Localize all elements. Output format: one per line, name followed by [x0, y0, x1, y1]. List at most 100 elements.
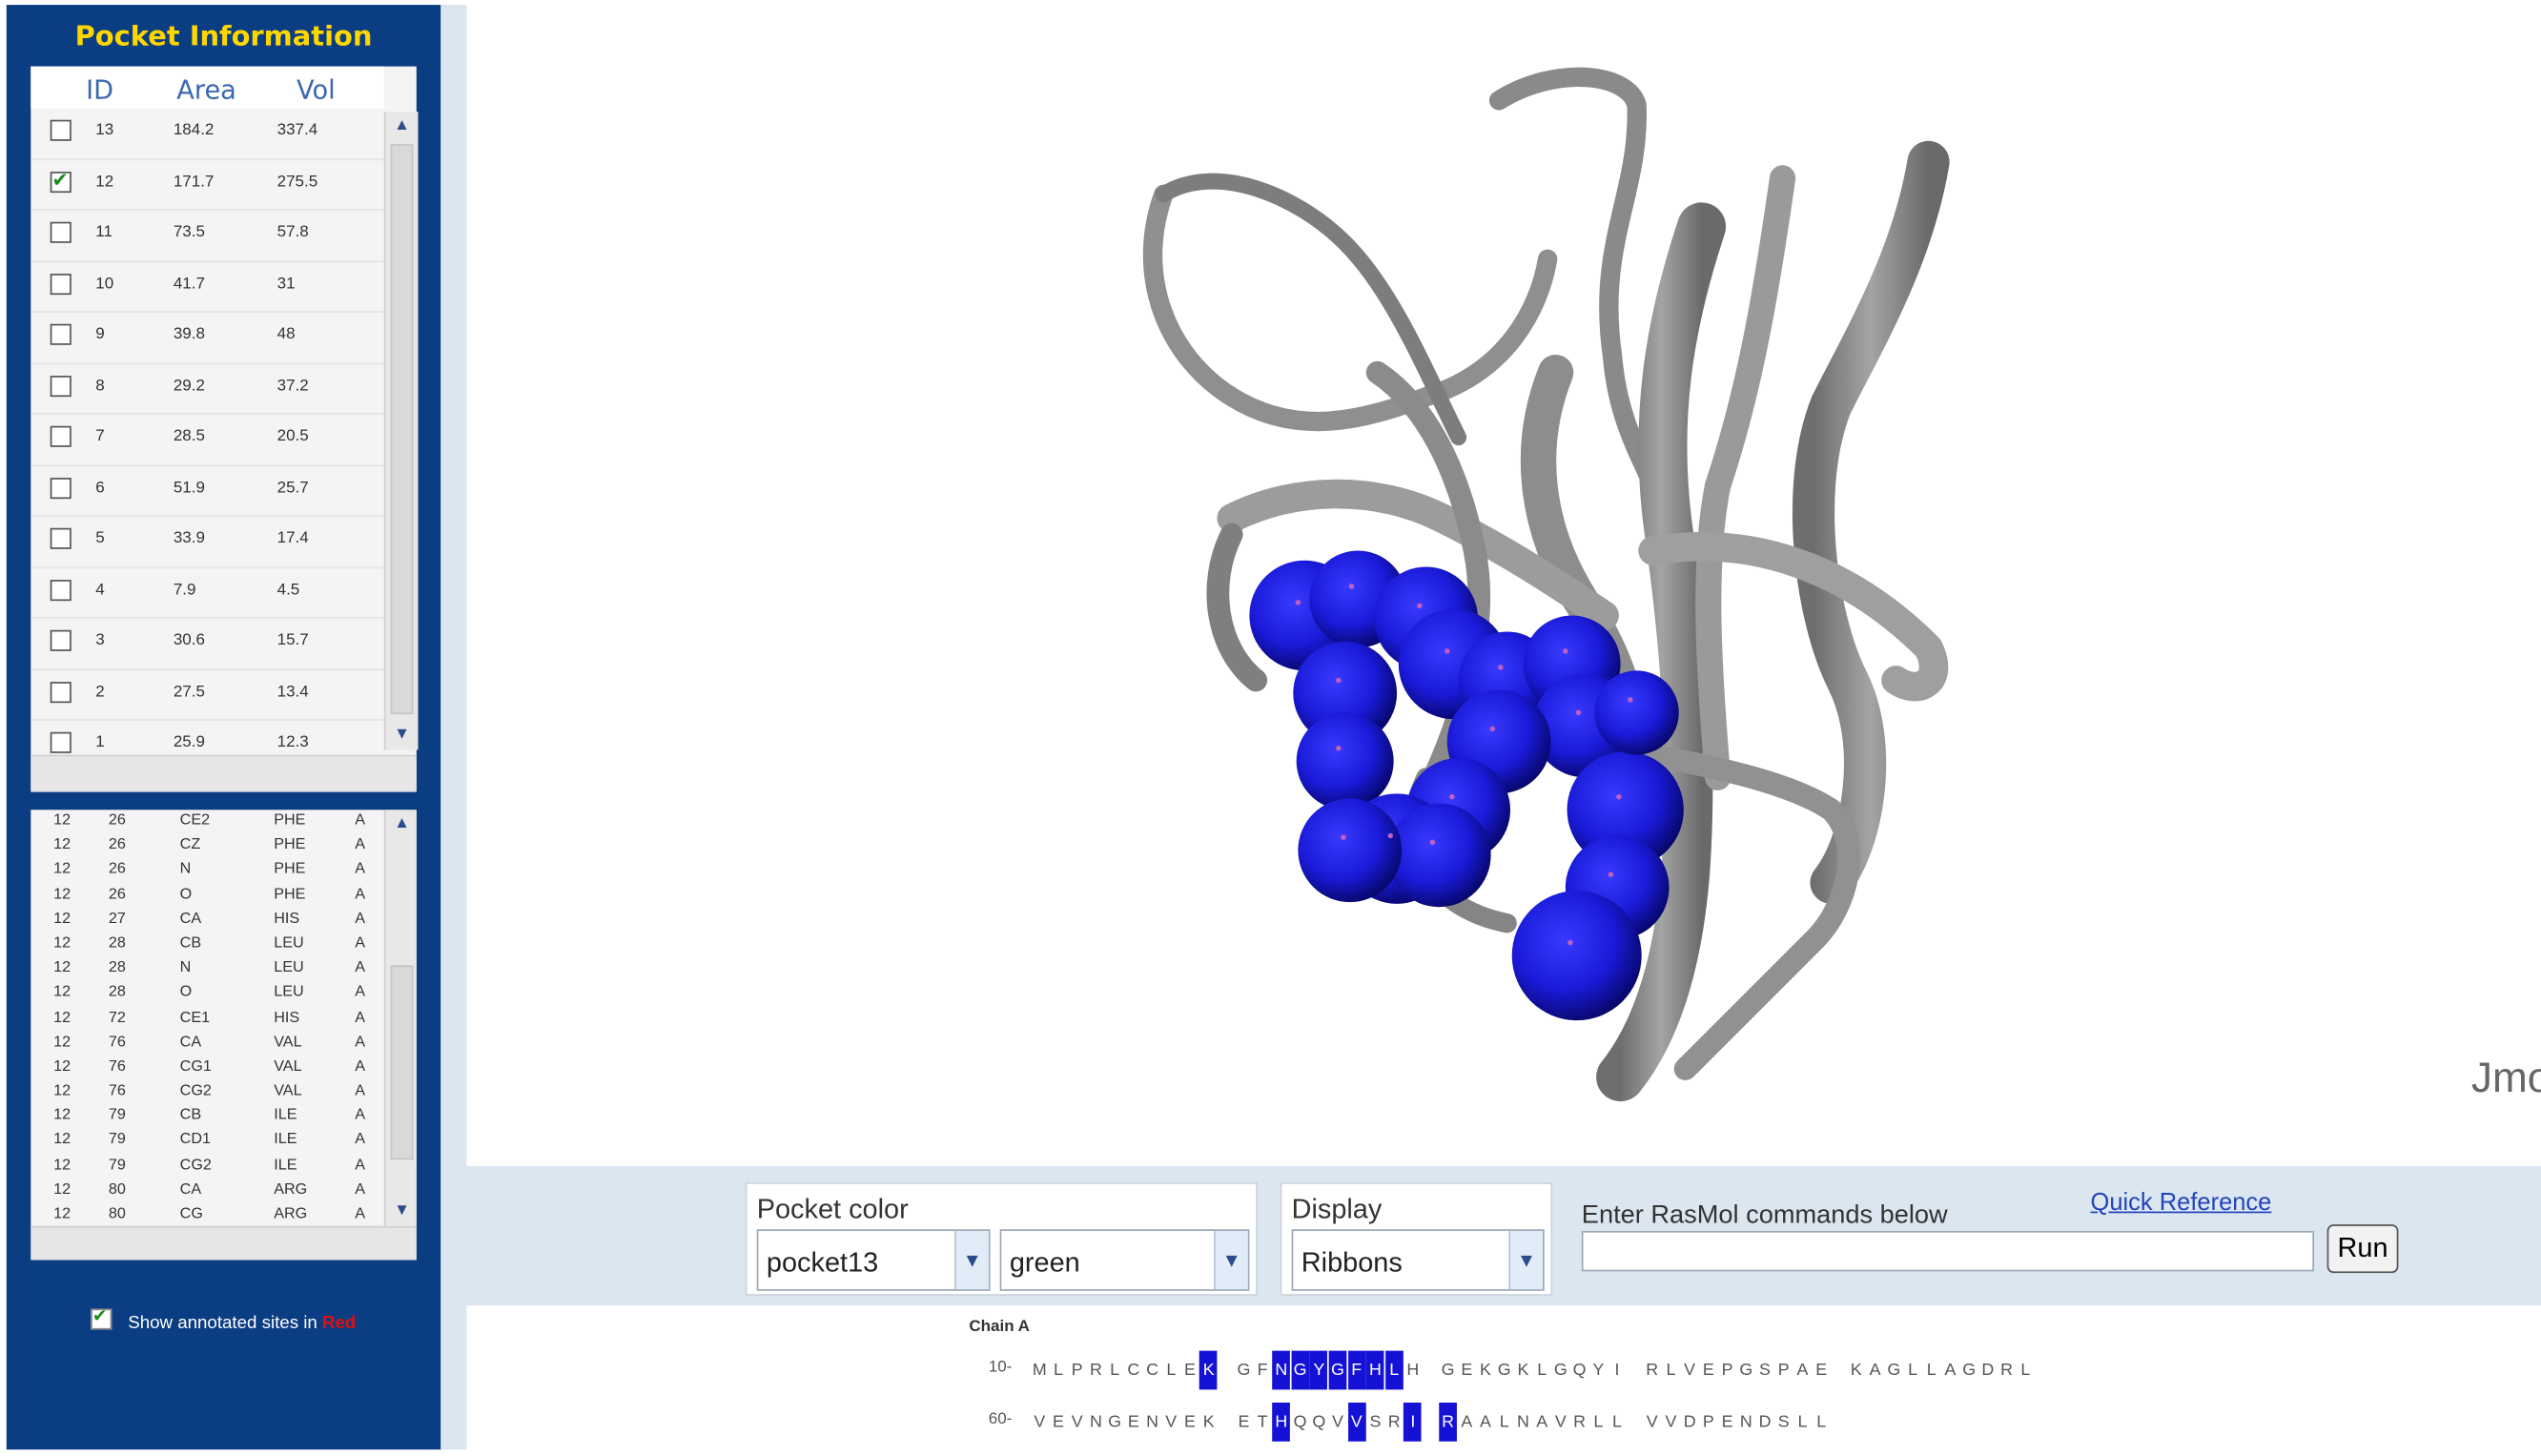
pocket-checkbox[interactable]: [50, 477, 72, 499]
scroll-thumb[interactable]: [390, 144, 414, 715]
sequence-residue[interactable]: Q: [1310, 1403, 1328, 1442]
chevron-down-icon[interactable]: ▼: [1214, 1230, 1248, 1290]
scroll-up-icon[interactable]: ▲: [386, 810, 417, 839]
sequence-residue[interactable]: R: [1998, 1351, 2016, 1390]
sequence-residue[interactable]: A: [1477, 1403, 1495, 1442]
sequence-residue[interactable]: H: [1366, 1350, 1384, 1390]
sequence-residue[interactable]: R: [1385, 1403, 1404, 1442]
pocket-checkbox[interactable]: [50, 731, 72, 753]
display-select[interactable]: Ribbons ▼: [1291, 1229, 1545, 1291]
sequence-residue[interactable]: K: [1199, 1403, 1218, 1442]
sequence-residue[interactable]: E: [1458, 1351, 1476, 1390]
sequence-residue[interactable]: L: [1662, 1351, 1680, 1390]
sequence-residue[interactable]: Y: [1309, 1350, 1328, 1390]
sequence-residue[interactable]: R: [1570, 1403, 1588, 1442]
atom-row[interactable]: 12 26 N PHE A: [31, 859, 384, 884]
atom-row[interactable]: 12 76 CG1 VAL A: [31, 1056, 384, 1080]
atom-row[interactable]: 12 76 CA VAL A: [31, 1031, 384, 1056]
pocket-row[interactable]: 13 184.2 337.4: [31, 109, 384, 160]
pocket-checkbox[interactable]: [50, 119, 72, 141]
sequence-residue[interactable]: M: [1031, 1351, 1049, 1390]
pocket-checkbox[interactable]: [50, 168, 72, 193]
chevron-down-icon[interactable]: ▼: [1508, 1230, 1544, 1290]
sequence-residue[interactable]: E: [1813, 1351, 1831, 1390]
sequence-residue[interactable]: G: [1552, 1351, 1570, 1390]
sequence-residue[interactable]: V: [1662, 1403, 1680, 1442]
sequence-residue[interactable]: V: [1031, 1403, 1049, 1442]
atom-vscroll[interactable]: ▲ ▼: [383, 810, 417, 1226]
pocket-checkbox[interactable]: [50, 629, 72, 651]
sequence-residue[interactable]: V: [1552, 1403, 1570, 1442]
sequence-residue[interactable]: L: [1609, 1403, 1627, 1442]
quick-reference-link[interactable]: Quick Reference: [2090, 1189, 2271, 1217]
sequence-residue[interactable]: D: [1979, 1351, 1998, 1390]
sequence-residue[interactable]: G: [1495, 1351, 1513, 1390]
sequence-residue[interactable]: K: [1848, 1351, 1866, 1390]
atom-row[interactable]: 12 72 CE1 HIS A: [31, 1007, 384, 1032]
sequence-residue[interactable]: Y: [1589, 1351, 1608, 1390]
sequence-residue[interactable]: P: [1068, 1351, 1086, 1390]
pocket-checkbox[interactable]: [50, 375, 72, 397]
sequence-residue[interactable]: R: [1087, 1351, 1105, 1390]
sequence-residue[interactable]: G: [1960, 1351, 1978, 1390]
sequence-residue[interactable]: V: [1162, 1403, 1180, 1442]
sequence-residue[interactable]: N: [1272, 1350, 1291, 1390]
sequence-residue[interactable]: G: [1328, 1350, 1347, 1390]
pocket-row[interactable]: 11 73.5 57.8: [31, 211, 384, 262]
sequence-residue[interactable]: C: [1143, 1351, 1161, 1390]
sequence-residue[interactable]: L: [1589, 1403, 1608, 1442]
sequence-residue[interactable]: V: [1643, 1403, 1661, 1442]
pocket-checkbox[interactable]: [50, 527, 72, 549]
sequence-residue[interactable]: G: [1235, 1351, 1253, 1390]
sequence-residue[interactable]: V: [1347, 1402, 1366, 1442]
sequence-residue[interactable]: S: [1366, 1403, 1384, 1442]
sequence-residue[interactable]: V: [1068, 1403, 1086, 1442]
sequence-residue[interactable]: P: [1718, 1351, 1736, 1390]
sequence-residue[interactable]: D: [1681, 1403, 1699, 1442]
pocket-row[interactable]: 7 28.5 20.5: [31, 415, 384, 466]
sequence-residue[interactable]: N: [1143, 1403, 1161, 1442]
annotation-toggle[interactable]: Show annotated sites in Red: [91, 1305, 356, 1333]
scroll-up-icon[interactable]: ▲: [386, 112, 419, 141]
sequence-residue[interactable]: L: [1384, 1350, 1404, 1390]
sequence-residue[interactable]: I: [1404, 1402, 1423, 1442]
pocket-checkbox[interactable]: [50, 579, 72, 601]
pocket-checkbox[interactable]: [50, 323, 72, 345]
sequence-residue[interactable]: N: [1737, 1403, 1755, 1442]
rasmol-command-input[interactable]: [1581, 1230, 2315, 1272]
sequence-residue[interactable]: H: [1272, 1402, 1291, 1442]
pocket-row[interactable]: 5 33.9 17.4: [31, 517, 384, 568]
atom-row[interactable]: 12 79 CG2 ILE A: [31, 1154, 384, 1179]
pocket-row[interactable]: 6 51.9 25.7: [31, 465, 384, 517]
atom-row[interactable]: 12 27 CA HIS A: [31, 908, 384, 933]
pocket-checkbox[interactable]: [50, 273, 72, 295]
sequence-residue[interactable]: F: [1347, 1350, 1366, 1390]
run-button[interactable]: Run: [2326, 1224, 2399, 1274]
sequence-residue[interactable]: G: [1885, 1351, 1903, 1390]
sequence-residue[interactable]: V: [1681, 1351, 1699, 1390]
pocket-vscroll[interactable]: ▲ ▼: [383, 112, 419, 750]
scroll-down-icon[interactable]: ▼: [386, 1197, 417, 1226]
pocket-row[interactable]: 8 29.2 37.2: [31, 363, 384, 415]
sequence-residue[interactable]: G: [1439, 1351, 1457, 1390]
sequence-residue[interactable]: E: [1125, 1403, 1143, 1442]
sequence-residue[interactable]: S: [1774, 1403, 1793, 1442]
pocket-row[interactable]: 10 41.7 31: [31, 261, 384, 313]
atom-row[interactable]: 12 26 CE2 PHE A: [31, 810, 384, 834]
color-select[interactable]: green ▼: [999, 1229, 1250, 1291]
scroll-down-icon[interactable]: ▼: [386, 721, 419, 750]
chevron-down-icon[interactable]: ▼: [954, 1230, 989, 1290]
pocket-checkbox[interactable]: [50, 221, 72, 243]
sequence-residue[interactable]: Q: [1291, 1403, 1309, 1442]
sequence-residue[interactable]: L: [1533, 1351, 1551, 1390]
sequence-residue[interactable]: L: [1904, 1351, 1922, 1390]
pocket-row[interactable]: 4 7.9 4.5: [31, 567, 384, 619]
annotation-checkbox[interactable]: [91, 1305, 113, 1330]
sequence-residue[interactable]: S: [1756, 1351, 1774, 1390]
sequence-residue[interactable]: F: [1254, 1351, 1272, 1390]
sequence-residue[interactable]: L: [1793, 1403, 1812, 1442]
molecule-canvas[interactable]: [466, 0, 2540, 1166]
atom-row[interactable]: 12 28 CB LEU A: [31, 933, 384, 957]
atom-row[interactable]: 12 76 CG2 VAL A: [31, 1080, 384, 1105]
sequence-residue[interactable]: A: [1458, 1403, 1476, 1442]
